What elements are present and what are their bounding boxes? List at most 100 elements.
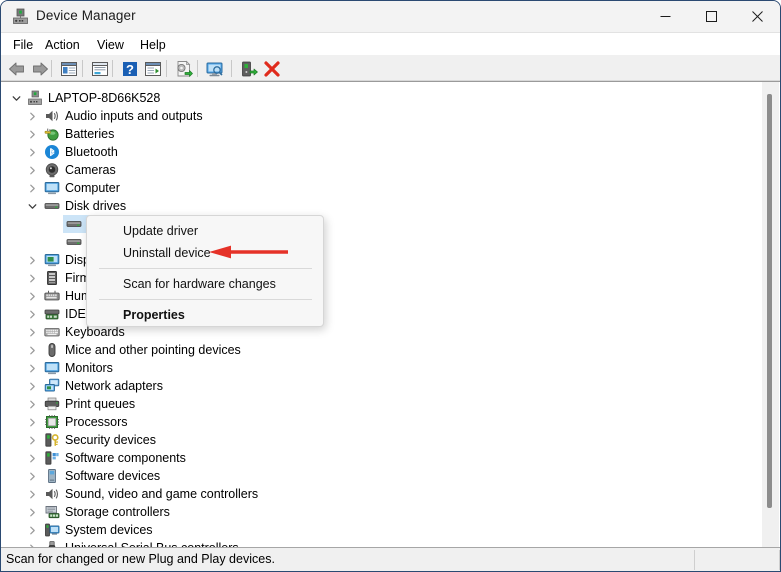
- chevron-right-icon[interactable]: [25, 521, 39, 539]
- chevron-right-icon[interactable]: [25, 125, 39, 143]
- chevron-right-icon[interactable]: [25, 341, 39, 359]
- add-legacy-hardware-icon[interactable]: [239, 59, 259, 79]
- context-menu-separator: [99, 299, 312, 300]
- tree-row-security-devices[interactable]: Security devices: [1, 431, 763, 449]
- scrollbar-thumb[interactable]: [767, 94, 772, 508]
- printer-icon: [44, 396, 60, 412]
- chevron-right-icon[interactable]: [25, 107, 39, 125]
- scan-hardware-changes-icon[interactable]: [205, 59, 225, 79]
- chevron-right-icon[interactable]: [25, 467, 39, 485]
- menu-help[interactable]: Help: [134, 35, 172, 54]
- tree-row-sound-video-and-game-controllers[interactable]: Sound, video and game controllers: [1, 485, 763, 503]
- chevron-down-icon[interactable]: [25, 197, 39, 215]
- chevron-right-icon[interactable]: [25, 431, 39, 449]
- tree-row-computer[interactable]: Computer: [1, 179, 763, 197]
- network-adapter-icon: [44, 378, 60, 394]
- software-component-icon: [44, 450, 60, 466]
- chevron-right-icon[interactable]: [25, 179, 39, 197]
- toolbar: ?: [1, 55, 780, 81]
- bluetooth-icon: [44, 144, 60, 160]
- update-driver-icon[interactable]: [174, 59, 194, 79]
- menu-action[interactable]: Action: [39, 35, 86, 54]
- chevron-right-icon[interactable]: [25, 323, 39, 341]
- left-pointing-arrow-annotation: [209, 245, 289, 259]
- software-device-icon: [44, 468, 60, 484]
- tree-row-system-devices[interactable]: System devices: [1, 521, 763, 539]
- menu-file[interactable]: File: [7, 35, 39, 54]
- status-bar: Scan for changed or new Plug and Play de…: [1, 547, 780, 571]
- show-hide-action-pane-icon[interactable]: [143, 59, 163, 79]
- monitor-icon: [44, 180, 60, 196]
- tree-row-storage-controllers[interactable]: Storage controllers: [1, 503, 763, 521]
- tree-row-software-components[interactable]: Software components: [1, 449, 763, 467]
- disk-drive-icon: [44, 198, 60, 214]
- chevron-right-icon[interactable]: [25, 269, 39, 287]
- tree-label: System devices: [65, 523, 153, 537]
- toolbar-separator: [51, 60, 52, 77]
- device-manager-icon: [12, 8, 29, 25]
- speaker-icon: [44, 108, 60, 124]
- minimize-button[interactable]: [642, 1, 688, 32]
- security-device-icon: [44, 432, 60, 448]
- tree-row-disk-drives[interactable]: Disk drives: [1, 197, 763, 215]
- tree-label: Software components: [65, 451, 186, 465]
- uninstall-device-icon[interactable]: [262, 59, 282, 79]
- window-title: Device Manager: [36, 8, 136, 23]
- camera-icon: [44, 162, 60, 178]
- tree-row-cameras[interactable]: Cameras: [1, 161, 763, 179]
- context-menu-item-scan-for-hardware-changes[interactable]: Scan for hardware changes: [88, 273, 324, 295]
- tree-row-software-devices[interactable]: Software devices: [1, 467, 763, 485]
- forward-icon[interactable]: [30, 59, 50, 79]
- chevron-right-icon[interactable]: [25, 287, 39, 305]
- context-menu[interactable]: Update driver Uninstall device Scan for …: [86, 215, 324, 327]
- disk-drive-icon: [66, 234, 82, 250]
- tree-row-monitors[interactable]: Monitors: [1, 359, 763, 377]
- properties-icon[interactable]: [90, 59, 110, 79]
- chevron-down-icon[interactable]: [9, 89, 23, 107]
- maximize-button[interactable]: [688, 1, 734, 32]
- context-menu-item-update-driver[interactable]: Update driver: [88, 220, 324, 242]
- chevron-right-icon[interactable]: [25, 161, 39, 179]
- tree-label: Software devices: [65, 469, 161, 483]
- chevron-right-icon[interactable]: [25, 143, 39, 161]
- tree-row-network-adapters[interactable]: Network adapters: [1, 377, 763, 395]
- chevron-right-icon[interactable]: [25, 395, 39, 413]
- chevron-right-icon[interactable]: [25, 305, 39, 323]
- tree-row-audio-inputs-and-outputs[interactable]: Audio inputs and outputs: [1, 107, 763, 125]
- chevron-right-icon[interactable]: [25, 359, 39, 377]
- mouse-icon: [44, 342, 60, 358]
- chevron-right-icon[interactable]: [25, 251, 39, 269]
- chevron-right-icon[interactable]: [25, 485, 39, 503]
- storage-controller-icon: [44, 504, 60, 520]
- display-adapter-icon: [44, 252, 60, 268]
- close-button[interactable]: [734, 1, 780, 32]
- toolbar-separator: [197, 60, 198, 77]
- disk-drive-icon: [66, 216, 82, 232]
- title-bar: Device Manager: [1, 1, 780, 33]
- back-icon[interactable]: [7, 59, 27, 79]
- hid-icon: [44, 288, 60, 304]
- help-icon[interactable]: ?: [120, 59, 140, 79]
- chevron-right-icon[interactable]: [25, 377, 39, 395]
- tree-row-batteries[interactable]: Batteries: [1, 125, 763, 143]
- tree-row-root[interactable]: LAPTOP-8D66K528: [1, 89, 763, 107]
- toolbar-separator: [82, 60, 83, 77]
- chevron-right-icon[interactable]: [25, 503, 39, 521]
- computer-root-icon: [27, 90, 43, 106]
- tree-row-mice-and-other-pointing-devices[interactable]: Mice and other pointing devices: [1, 341, 763, 359]
- status-bar-divider: [694, 550, 695, 570]
- speaker-icon: [44, 486, 60, 502]
- tree-row-processors[interactable]: Processors: [1, 413, 763, 431]
- tree-row-bluetooth[interactable]: Bluetooth: [1, 143, 763, 161]
- chevron-right-icon[interactable]: [25, 413, 39, 431]
- vertical-scrollbar[interactable]: [762, 82, 779, 548]
- tree-label: Batteries: [65, 127, 115, 141]
- tree-label: Monitors: [65, 361, 113, 375]
- tree-label: Cameras: [65, 163, 116, 177]
- tree-row-print-queues[interactable]: Print queues: [1, 395, 763, 413]
- show-hide-console-tree-icon[interactable]: [59, 59, 79, 79]
- menu-view[interactable]: View: [91, 35, 130, 54]
- system-device-icon: [44, 522, 60, 538]
- chevron-right-icon[interactable]: [25, 449, 39, 467]
- context-menu-item-properties[interactable]: Properties: [88, 304, 324, 326]
